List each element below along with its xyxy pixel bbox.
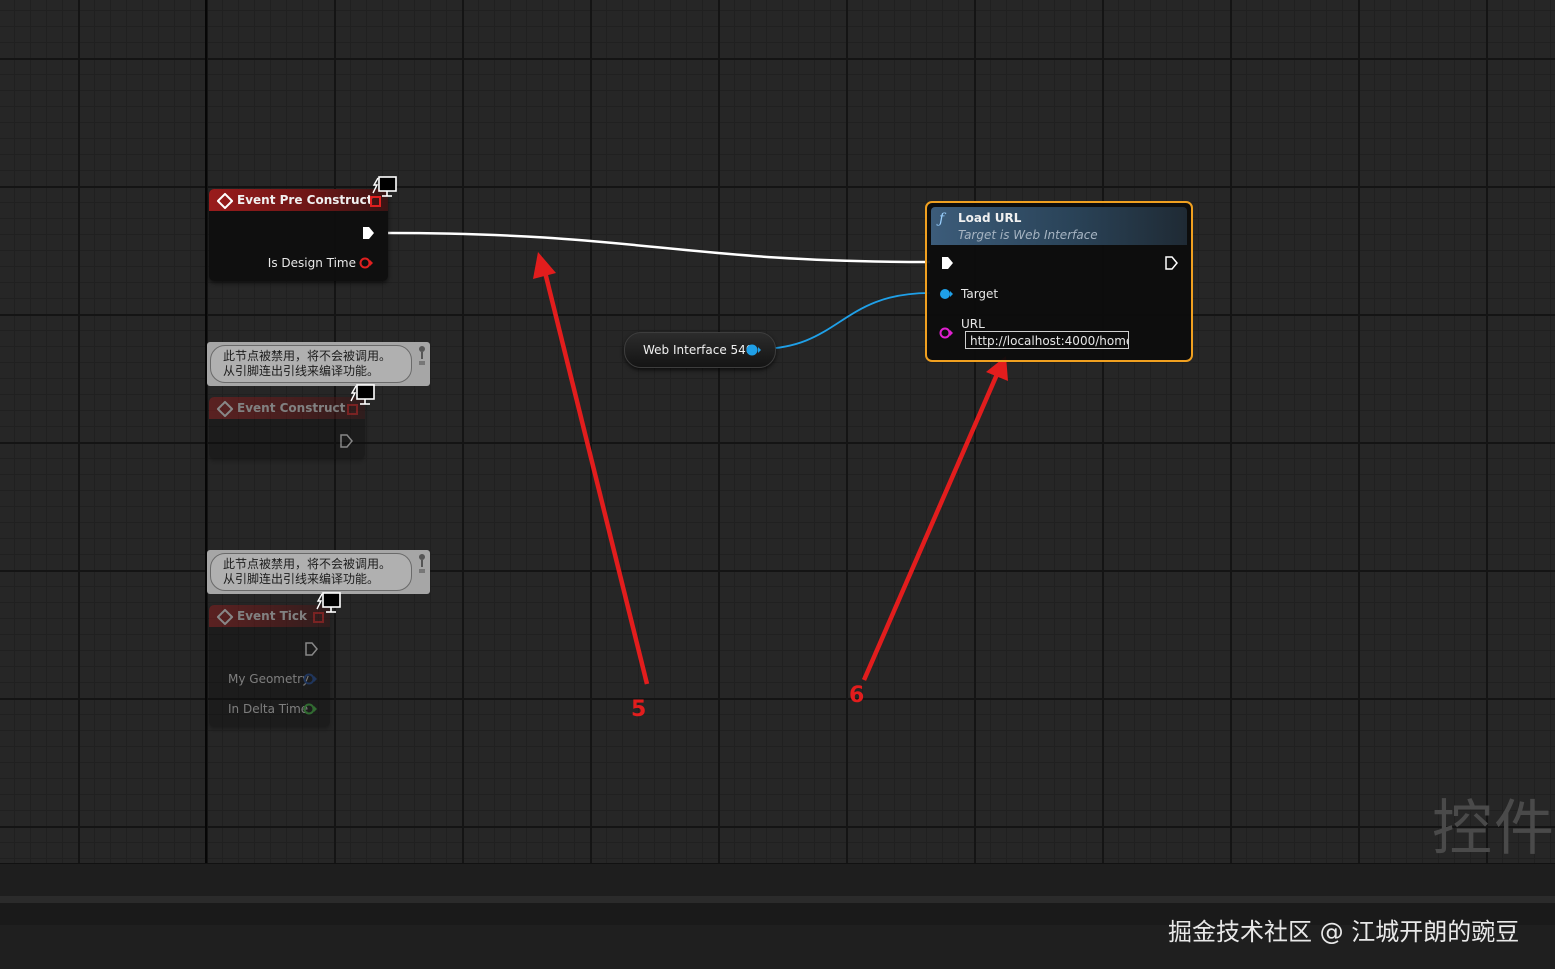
url-label: URL	[961, 317, 985, 331]
comment-text: 此节点被禁用，将不会被调用。 从引脚连出引线来编译功能。	[223, 349, 391, 379]
pin-tack-icon[interactable]	[417, 345, 427, 367]
url-input[interactable]: http://localhost:4000/home	[965, 331, 1129, 349]
disabled-node-comment: 此节点被禁用，将不会被调用。 从引脚连出引线来编译功能。	[207, 342, 430, 386]
monitor-icon	[316, 592, 341, 613]
comment-line: 从引脚连出引线来编译功能。	[223, 572, 380, 586]
in-delta-time-label: In Delta Time	[228, 702, 309, 716]
annotation-arrowhead-5	[533, 252, 556, 279]
target-pin[interactable]	[939, 287, 953, 301]
exec-out-pin[interactable]	[304, 642, 318, 656]
url-string-pin[interactable]	[939, 326, 953, 340]
function-f-icon: ƒ	[939, 211, 945, 227]
pin-tack-icon[interactable]	[417, 553, 427, 575]
graph-type-watermark: 控件	[1432, 794, 1555, 863]
event-pre-construct-node[interactable]: Event Pre Construct Is Design Time	[209, 189, 388, 281]
bottom-panel-bar	[0, 863, 1555, 896]
node-header: ƒ Load URL Target is Web Interface	[931, 207, 1187, 245]
event-diamond-icon	[216, 400, 234, 418]
target-label: Target	[961, 287, 999, 301]
exec-out-pin[interactable]	[339, 434, 353, 448]
struct-out-pin[interactable]	[303, 672, 317, 686]
monitor-icon	[350, 384, 375, 405]
node-subtitle: Target is Web Interface	[958, 228, 1098, 242]
object-out-pin[interactable]	[745, 343, 761, 357]
monitor-icon	[372, 176, 397, 197]
exec-wire	[387, 231, 931, 264]
exec-out-pin[interactable]	[361, 226, 375, 240]
annotation-label-5: 5	[631, 697, 647, 722]
event-construct-node[interactable]: Event Construct	[209, 397, 365, 459]
comment-line: 从引脚连出引线来编译功能。	[223, 364, 380, 378]
web-interface-variable-node[interactable]: Web Interface 540	[624, 332, 776, 368]
comment-bubble: 此节点被禁用，将不会被调用。 从引脚连出引线来编译功能。	[210, 553, 412, 591]
comment-text: 此节点被禁用，将不会被调用。 从引脚连出引线来编译功能。	[223, 557, 391, 587]
event-tick-node[interactable]: Event Tick My Geometry In Delta Time	[209, 605, 330, 727]
node-title: Event Tick	[237, 609, 308, 623]
event-diamond-icon	[216, 192, 234, 210]
node-header: Event Pre Construct	[209, 189, 388, 211]
my-geometry-label: My Geometry	[228, 672, 310, 686]
node-title: Load URL	[958, 211, 1022, 225]
float-out-pin[interactable]	[303, 702, 317, 716]
annotation-label-6: 6	[849, 683, 865, 708]
bool-out-pin[interactable]	[359, 256, 373, 270]
exec-out-pin[interactable]	[1164, 256, 1178, 270]
site-watermark: 掘金技术社区 @ 江城开朗的豌豆	[1168, 918, 1520, 946]
event-diamond-icon	[216, 608, 234, 626]
blueprint-graph-canvas[interactable]: Event Pre Construct Is Design Time 此节点被禁…	[0, 0, 1555, 863]
node-header: Event Construct	[209, 397, 365, 419]
node-header: Event Tick	[209, 605, 330, 627]
node-title: Event Pre Construct	[237, 193, 373, 207]
bottom-panel-divider	[0, 896, 1555, 903]
exec-in-pin[interactable]	[940, 256, 954, 270]
variable-label: Web Interface 540	[643, 343, 754, 357]
load-url-node[interactable]: ƒ Load URL Target is Web Interface Targe…	[925, 201, 1193, 362]
comment-line: 此节点被禁用，将不会被调用。	[223, 349, 392, 363]
comment-bubble: 此节点被禁用，将不会被调用。 从引脚连出引线来编译功能。	[210, 345, 412, 383]
object-wire	[757, 292, 931, 350]
comment-line: 此节点被禁用，将不会被调用。	[223, 557, 392, 571]
annotation-arrow-5	[541, 267, 650, 685]
is-design-time-label: Is Design Time	[267, 256, 356, 270]
annotation-arrow-6	[861, 371, 1001, 681]
disabled-node-comment: 此节点被禁用，将不会被调用。 从引脚连出引线来编译功能。	[207, 550, 430, 594]
node-title: Event Construct	[237, 401, 346, 415]
